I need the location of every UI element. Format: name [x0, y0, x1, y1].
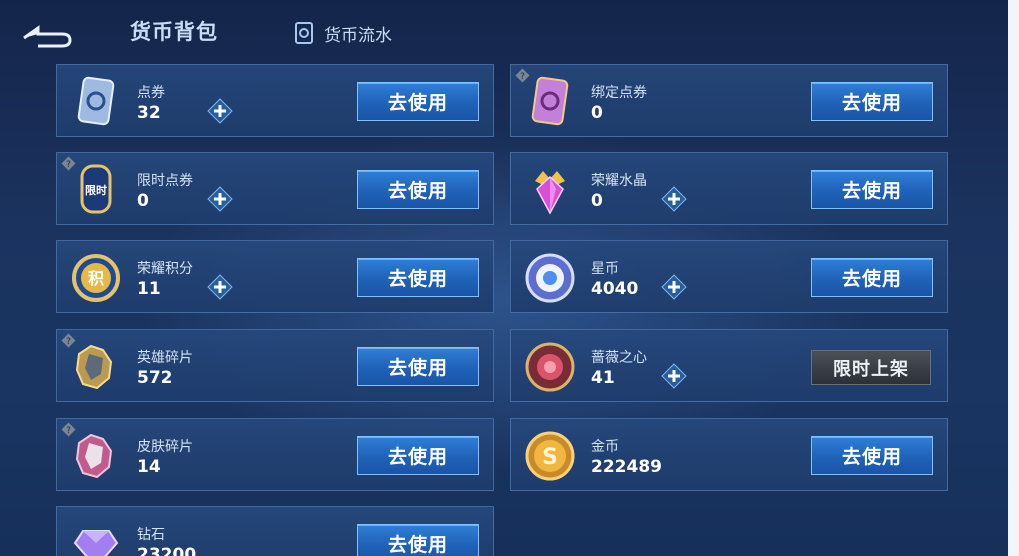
limited-availability-button: 限时上架 [811, 350, 931, 385]
currency-name: 绑定点券 [591, 85, 647, 101]
currency-count: 11 [137, 279, 161, 299]
use-button[interactable]: 去使用 [357, 258, 479, 297]
limited-coupon-icon: 限时 [80, 164, 112, 214]
plus-icon[interactable] [207, 274, 233, 300]
use-button[interactable]: 去使用 [357, 170, 479, 209]
use-button[interactable]: 去使用 [357, 347, 479, 386]
currency-name: 点券 [137, 85, 165, 101]
currency-count: 572 [137, 368, 173, 388]
page-margin [1008, 0, 1019, 556]
currency-card-star-coin: 星币 4040 去使用 [510, 240, 948, 313]
plus-icon[interactable] [661, 186, 687, 212]
plus-icon[interactable] [207, 98, 233, 124]
back-arrow-icon [23, 25, 72, 48]
currency-card-gold: S 金币 222489 去使用 [510, 418, 948, 491]
currency-card-limited-coupon: ? 限时 限时点券 0 去使用 [56, 152, 494, 225]
currency-card-skin-shard: ? 皮肤碎片 14 去使用 [56, 418, 494, 491]
points-coin-icon-text: 积 [88, 269, 104, 288]
currency-card-glory-crystal: 荣耀水晶 0 去使用 [510, 152, 948, 225]
currency-card-glory-points: 积 荣耀积分 11 去使用 [56, 240, 494, 313]
use-button[interactable]: 去使用 [811, 436, 933, 475]
bound-coupon-icon [531, 76, 569, 126]
rose-heart-icon [525, 342, 575, 392]
points-coin-icon: 积 [72, 254, 120, 302]
page-title: 货币背包 [130, 20, 218, 44]
diamond-icon [73, 530, 119, 556]
currency-name: 钻石 [137, 527, 165, 543]
currency-count: 0 [591, 191, 603, 211]
coupon-icon [77, 76, 115, 126]
gold-coin-icon: S [525, 431, 575, 481]
use-button[interactable]: 去使用 [357, 524, 479, 556]
currency-flow-label: 货币流水 [324, 25, 392, 46]
currency-count: 4040 [591, 279, 639, 299]
plus-icon[interactable] [207, 186, 233, 212]
currency-card-hero-shard: ? 英雄碎片 572 去使用 [56, 329, 494, 402]
crystal-icon [535, 171, 565, 215]
use-button[interactable]: 去使用 [357, 82, 479, 121]
currency-name: 英雄碎片 [137, 350, 193, 366]
plus-icon[interactable] [661, 274, 687, 300]
limited-coupon-icon-text: 限时 [85, 183, 107, 197]
currency-name: 荣耀水晶 [591, 173, 647, 189]
use-button[interactable]: 去使用 [811, 258, 933, 297]
currency-name: 蔷薇之心 [591, 350, 647, 366]
currency-count: 0 [137, 191, 149, 211]
currency-count: 23200 [137, 545, 197, 556]
use-button[interactable]: 去使用 [811, 170, 933, 209]
hero-shard-icon [75, 344, 113, 390]
currency-card-coupon: 点券 32 去使用 [56, 64, 494, 137]
skin-shard-icon [75, 433, 113, 479]
currency-count: 0 [591, 103, 603, 123]
back-button[interactable] [18, 14, 76, 50]
game-screen: 货币背包 货币流水 点券 32 去使用 ? 绑定点券 0 去使用 ? 限时 限时… [0, 0, 1008, 556]
currency-card-diamond: 钻石 23200 去使用 [56, 506, 494, 556]
currency-count: 32 [137, 103, 161, 123]
currency-card-rose-heart: 蔷薇之心 41 限时上架 [510, 329, 948, 402]
currency-name: 星币 [591, 261, 619, 277]
currency-count: 14 [137, 457, 161, 477]
ledger-icon [295, 22, 313, 44]
currency-name: 荣耀积分 [137, 261, 193, 277]
currency-count: 222489 [591, 457, 662, 477]
plus-icon[interactable] [661, 363, 687, 389]
use-button[interactable]: 去使用 [357, 436, 479, 475]
currency-card-bound-coupon: ? 绑定点券 0 去使用 [510, 64, 948, 137]
currency-name: 金币 [591, 439, 619, 455]
star-coin-icon [525, 253, 575, 303]
currency-name: 限时点券 [137, 173, 193, 189]
gold-coin-icon-text: S [542, 445, 558, 470]
currency-name: 皮肤碎片 [137, 439, 193, 455]
currency-flow-button[interactable]: 货币流水 [294, 20, 392, 46]
currency-count: 41 [591, 368, 615, 388]
use-button[interactable]: 去使用 [811, 82, 933, 121]
